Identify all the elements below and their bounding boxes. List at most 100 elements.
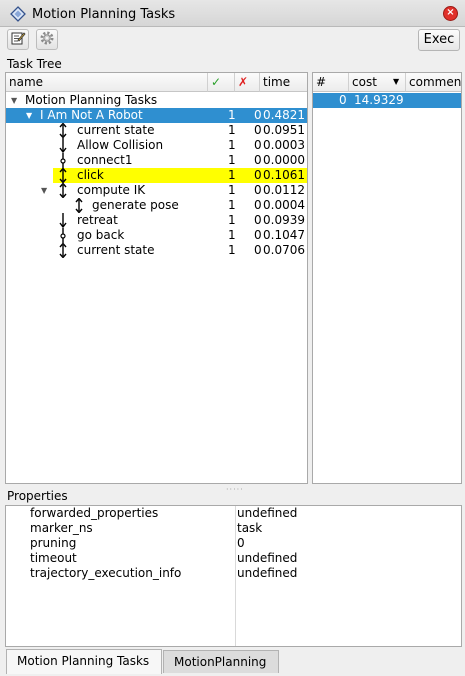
tree-row-label: Allow Collision <box>77 138 164 152</box>
failed-count: 0 <box>254 198 262 212</box>
title-bar: Motion Planning Tasks × <box>0 0 465 27</box>
tab-motion-planning-tasks[interactable]: Motion Planning Tasks <box>6 649 162 674</box>
failed-count: 0 <box>254 123 262 137</box>
column-header-failed[interactable]: ✗ <box>235 73 260 92</box>
tree-row-root[interactable]: ▼ Motion Planning Tasks <box>6 93 307 108</box>
property-row[interactable]: forwarded_properties undefined <box>6 506 461 521</box>
succeeded-count: 1 <box>228 108 236 122</box>
splitter-handle[interactable]: ····· <box>226 485 244 494</box>
succeeded-count: 1 <box>228 198 236 212</box>
generator-icon <box>58 242 68 262</box>
succeeded-count: 1 <box>228 228 236 242</box>
task-tree-label: Task Tree <box>7 57 62 71</box>
succeeded-count: 1 <box>228 153 236 167</box>
time-value: 0.0003 <box>263 138 305 152</box>
close-icon[interactable]: × <box>443 6 458 21</box>
column-header-cost[interactable]: cost ▼ <box>349 73 406 92</box>
failed-count: 0 <box>254 108 262 122</box>
failed-count: 0 <box>254 168 262 182</box>
property-row[interactable]: timeout undefined <box>6 551 461 566</box>
properties-view[interactable]: forwarded_properties undefined marker_ns… <box>5 505 462 647</box>
panel-diamond-icon <box>10 6 26 25</box>
failed-count: 0 <box>254 183 262 197</box>
tree-row-stage[interactable]: current state 1 0 0.0706 <box>6 242 307 259</box>
time-value: 0.0706 <box>263 243 305 257</box>
solution-cost: 14.9329 <box>354 93 404 107</box>
tree-row-label: generate pose <box>92 198 179 212</box>
column-header-succeeded[interactable]: ✓ <box>208 73 235 92</box>
tree-row-label: I Am Not A Robot <box>40 108 143 122</box>
succeeded-count: 1 <box>228 213 236 227</box>
settings-button[interactable] <box>36 29 58 50</box>
time-value: 0.4821 <box>263 108 305 122</box>
exec-button[interactable]: Exec <box>418 29 460 51</box>
tree-row-task[interactable]: ▼ I Am Not A Robot 1 0 0.4821 <box>6 108 307 123</box>
time-value: 0.0951 <box>263 123 305 137</box>
tree-row-stage[interactable]: current state 1 0 0.0951 <box>6 122 307 139</box>
tree-row-label: Motion Planning Tasks <box>25 93 158 107</box>
window-title: Motion Planning Tasks <box>32 7 176 22</box>
expand-arrow-icon[interactable]: ▼ <box>41 183 47 198</box>
tree-row-label: current state <box>77 123 155 137</box>
tree-row-stage[interactable]: ▼ compute IK 1 0 0.0112 <box>6 182 307 199</box>
succeeded-count: 1 <box>228 243 236 257</box>
solution-row[interactable]: 0 14.9329 <box>313 93 461 108</box>
property-key: forwarded_properties <box>30 506 159 520</box>
time-value: 0.0000 <box>263 153 305 167</box>
column-header-name[interactable]: name <box>6 73 208 92</box>
tree-row-stage[interactable]: go back 1 0 0.1047 <box>6 228 307 243</box>
solution-id: 0 <box>339 93 347 107</box>
property-key: trajectory_execution_info <box>30 566 182 580</box>
succeeded-count: 1 <box>228 168 236 182</box>
gear-icon <box>39 30 55 49</box>
tab-motion-planning[interactable]: MotionPlanning <box>163 650 279 673</box>
time-value: 0.1047 <box>263 228 305 242</box>
time-value: 0.1061 <box>263 168 305 182</box>
property-value: 0 <box>237 536 245 550</box>
failed-count: 0 <box>254 228 262 242</box>
property-value: undefined <box>237 506 298 520</box>
tree-row-stage[interactable]: Allow Collision 1 0 0.0003 <box>6 138 307 154</box>
succeeded-count: 1 <box>228 123 236 137</box>
failed-count: 0 <box>254 213 262 227</box>
property-value: undefined <box>237 566 298 580</box>
column-header-id[interactable]: # <box>313 73 349 92</box>
property-row[interactable]: trajectory_execution_info undefined <box>6 566 461 581</box>
property-key: pruning <box>30 536 77 550</box>
expand-arrow-icon[interactable]: ▼ <box>11 93 17 108</box>
succeeded-count: 1 <box>228 183 236 197</box>
time-value: 0.0004 <box>263 198 305 212</box>
tree-row-stage[interactable]: generate pose 1 0 0.0004 <box>6 197 307 214</box>
task-tree-view[interactable]: name ✓ ✗ time ▼ Motion Planning Tasks ▼ … <box>5 72 308 484</box>
property-row[interactable]: marker_ns task <box>6 521 461 536</box>
column-header-cost-label: cost <box>352 75 377 89</box>
failed-count: 0 <box>254 138 262 152</box>
column-header-time[interactable]: time <box>260 73 307 92</box>
property-key: marker_ns <box>30 521 93 535</box>
property-value: task <box>237 521 263 535</box>
tree-row-label: go back <box>77 228 125 242</box>
column-header-comment[interactable]: commen <box>406 73 461 92</box>
time-value: 0.0112 <box>263 183 305 197</box>
tree-row-label: current state <box>77 243 155 257</box>
edit-button[interactable] <box>7 29 29 50</box>
expand-arrow-icon[interactable]: ▼ <box>26 108 32 123</box>
tree-row-stage[interactable]: connect1 1 0 0.0000 <box>6 153 307 168</box>
tree-row-label: click <box>77 168 104 182</box>
property-row[interactable]: pruning 0 <box>6 536 461 551</box>
properties-label: Properties <box>7 489 68 503</box>
solutions-view[interactable]: # cost ▼ commen 0 14.9329 <box>312 72 462 484</box>
tree-row-stage[interactable]: click 1 0 0.1061 <box>6 167 307 184</box>
failed-count: 0 <box>254 153 262 167</box>
tree-row-label: compute IK <box>77 183 146 197</box>
tree-row-label: retreat <box>77 213 118 227</box>
time-value: 0.0939 <box>263 213 305 227</box>
sort-descending-icon: ▼ <box>393 77 400 86</box>
tree-row-label: connect1 <box>77 153 133 167</box>
failed-count: 0 <box>254 243 262 257</box>
tree-row-stage[interactable]: retreat 1 0 0.0939 <box>6 213 307 229</box>
property-value: undefined <box>237 551 298 565</box>
property-key: timeout <box>30 551 77 565</box>
succeeded-count: 1 <box>228 138 236 152</box>
edit-icon <box>10 30 26 49</box>
